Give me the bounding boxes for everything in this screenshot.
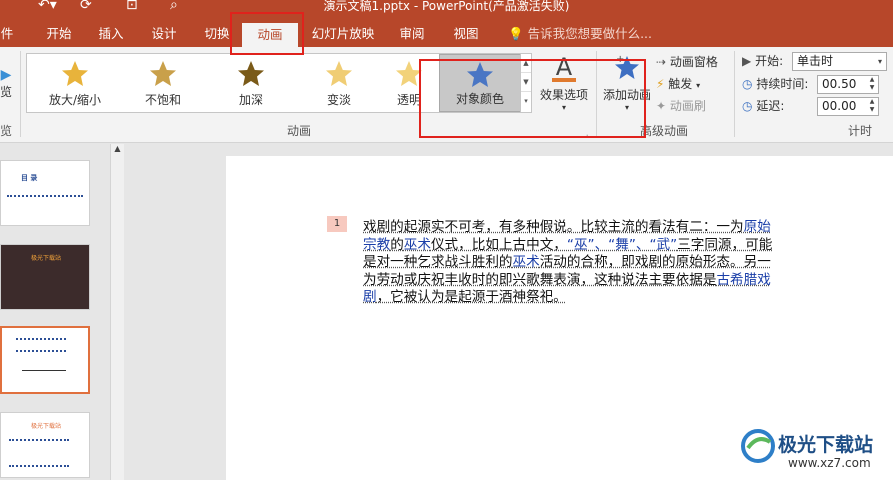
thumbnail-title: 目 录 (21, 174, 38, 182)
slide-thumbnail[interactable]: 极光下载站 (0, 412, 90, 478)
preview-label: 览 (0, 85, 13, 99)
spinner-icon[interactable]: ▲ ▼ (866, 76, 878, 93)
delay-label: 延迟: (756, 99, 785, 113)
tab-home[interactable]: 开始 (40, 20, 78, 47)
delay-input[interactable]: 00.00 ▲ ▼ (817, 97, 879, 116)
animation-option[interactable]: 放大/缩小 (35, 54, 115, 112)
animation-option[interactable]: 不饱和 (123, 54, 203, 112)
start-value: 单击时 (797, 54, 834, 68)
animation-order-tag[interactable]: 1 (327, 216, 347, 232)
trigger-button[interactable]: ⚡ 触发 ▾ (656, 74, 700, 94)
tab-file[interactable]: 件 (0, 20, 14, 47)
tab-slideshow[interactable]: 幻灯片放映 (306, 20, 380, 47)
animation-painter-button[interactable]: ✦ 动画刷 (656, 96, 706, 116)
preview-button[interactable]: ▶ 览 (0, 67, 12, 100)
star-icon (150, 61, 176, 86)
tell-me-search[interactable]: 💡 告诉我您想要做什么... (508, 20, 652, 47)
delay-row: ◷ 延迟: (742, 96, 784, 116)
delay-value: 00.00 (822, 99, 857, 113)
text-run: 戏剧的起源实不可考，有多种假说。比较主流的看法有二：一为 (363, 219, 744, 235)
group-advanced-label: 高级动画 (640, 124, 689, 138)
animation-painter-icon: ✦ (656, 99, 667, 113)
group-preview-label: 览 (0, 124, 13, 138)
star-icon (62, 61, 88, 86)
window-title: 演示文稿1.pptx - PowerPoint(产品激活失败) (323, 0, 570, 13)
annotation-box-object-color (419, 59, 646, 138)
animation-pane-label: 动画窗格 (669, 55, 718, 69)
divider (20, 51, 21, 137)
play-icon: ▶ (742, 54, 752, 68)
slide-thumbnails-pane: 目 录 极光下载站 极光下载站 (0, 144, 122, 480)
thumbnail-line (22, 370, 66, 371)
animation-pane-icon: ⇢ (656, 55, 667, 69)
trigger-label: 触发 (668, 77, 693, 91)
watermark-name: 极光下载站 (778, 434, 874, 456)
annotation-box-animations-tab (230, 12, 304, 55)
text-run: 仪式，比如上古中文， (430, 236, 567, 253)
animation-pane-button[interactable]: ⇢ 动画窗格 (656, 52, 718, 72)
watermark-url: www.xz7.com (788, 456, 871, 470)
spinner-icon[interactable]: ▲ ▼ (866, 98, 878, 115)
text-link[interactable]: 巫术 (513, 254, 540, 270)
chevron-down-icon: ▾ (877, 57, 882, 66)
text-link[interactable]: “巫”、“舞”、“武” (567, 237, 677, 253)
slide-thumbnail[interactable]: 极光下载站 (0, 244, 90, 310)
play-icon: ▶ (0, 67, 12, 83)
lightbulb-icon: 💡 (508, 26, 524, 41)
text-run: 的 (390, 236, 404, 253)
thumbnail-content (9, 439, 69, 467)
start-dropdown[interactable]: 单击时 ▾ (792, 52, 887, 71)
tab-insert[interactable]: 插入 (92, 20, 130, 47)
group-animation-label: 动画 (287, 124, 312, 138)
slide-thumbnail-active[interactable] (0, 326, 90, 394)
clock-icon: ◷ (742, 77, 753, 91)
slide-body-text[interactable]: 戏剧的起源实不可考，有多种假说。比较主流的看法有二：一为原始宗教的巫术仪式，比如… (363, 219, 773, 307)
chevron-down-icon: ▾ (696, 81, 701, 90)
animation-option-label: 加深 (238, 93, 263, 107)
thumbnail-content (16, 338, 66, 352)
duration-input[interactable]: 00.50 ▲ ▼ (817, 75, 879, 94)
animation-painter-label: 动画刷 (669, 99, 706, 113)
thumbnail-content (7, 195, 83, 201)
animation-option[interactable]: 加深 (211, 54, 291, 112)
thumbnail-title: 极光下载站 (31, 423, 62, 430)
watermark-logo (741, 429, 775, 463)
thumbnail-title: 极光下载站 (31, 255, 62, 262)
animation-option-label: 不饱和 (144, 93, 181, 107)
title-bar: ↶▾ ⟳ ⊡ ⌕ 演示文稿1.pptx - PowerPoint(产品激活失败)… (0, 0, 893, 47)
animation-option-label: 放大/缩小 (48, 93, 102, 107)
tell-me-text: 告诉我您想要做什么... (527, 26, 652, 41)
star-icon (238, 61, 264, 86)
thumbnails-scrollbar[interactable]: ▲ (110, 144, 124, 480)
animation-option[interactable]: 变淡 (299, 54, 379, 112)
duration-label: 持续时间: (756, 77, 809, 91)
tab-design[interactable]: 设计 (145, 20, 183, 47)
tab-review[interactable]: 审阅 (392, 20, 432, 47)
group-timing-label: 计时 (848, 124, 873, 138)
watermark: 极光下载站 www.xz7.com (740, 426, 890, 476)
duration-row: ◷ 持续时间: (742, 74, 808, 94)
star-icon (326, 61, 352, 86)
tab-view[interactable]: 视图 (446, 20, 486, 47)
slide-thumbnail[interactable]: 目 录 (0, 160, 90, 226)
clock-icon: ◷ (742, 99, 753, 113)
animation-option-label: 变淡 (326, 93, 351, 107)
divider (734, 51, 735, 137)
start-row: ▶ 开始: (742, 51, 783, 71)
scroll-up-icon[interactable]: ▲ (111, 144, 124, 153)
duration-value: 00.50 (822, 77, 857, 91)
text-run: ，它被认为是起源于酒神祭祀。 (376, 289, 567, 305)
start-label: 开始: (755, 54, 784, 68)
text-link[interactable]: 巫术 (404, 237, 431, 253)
lightning-icon: ⚡ (656, 77, 665, 91)
